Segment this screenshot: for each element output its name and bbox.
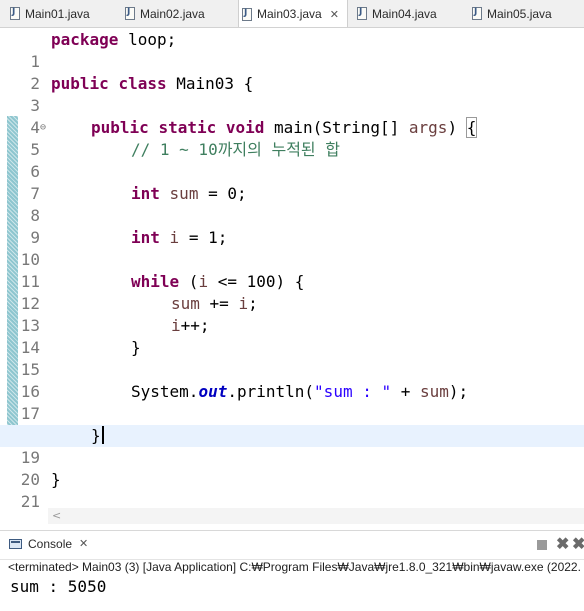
code-line[interactable]: 20 [0, 447, 584, 489]
variable: i [169, 228, 180, 247]
close-icon[interactable]: ✕ [79, 537, 88, 550]
string-literal: "sum : " [314, 382, 392, 401]
code-text: loop; [118, 30, 177, 49]
tab-main04[interactable]: Main04.java [357, 0, 437, 27]
java-file-icon [357, 7, 367, 20]
tab-main03[interactable]: Main03.java ✕ [238, 0, 348, 27]
code-text: .println( [227, 382, 315, 401]
code-text: ); [448, 382, 469, 401]
code-text: <= 100) { [208, 272, 305, 291]
code-text: System. [131, 382, 199, 401]
keyword: while [131, 272, 180, 291]
remove-launch-icon[interactable]: ✖ [556, 534, 569, 554]
variable: sum [420, 382, 449, 401]
tab-label: Main02.java [140, 6, 205, 21]
code-line[interactable]: 21 } [0, 469, 584, 508]
console-process-status: <terminated> Main03 (3) [Java Applicatio… [8, 560, 584, 574]
static-field: out [198, 382, 228, 401]
code-line[interactable]: 2 [0, 51, 584, 93]
tab-main02[interactable]: Main02.java [125, 0, 205, 27]
keyword: void [225, 118, 265, 137]
java-file-icon [10, 7, 20, 20]
editor-tab-bar: Main01.java Main02.java Main03.java ✕ Ma… [0, 0, 584, 28]
code-line[interactable]: 10 int i = 1; [0, 227, 584, 269]
keyword: int [131, 228, 160, 247]
code-line[interactable]: 22 [0, 491, 584, 508]
code-text: ++; [180, 316, 210, 335]
variable: sum [169, 184, 199, 203]
code-text: + [391, 382, 421, 401]
remove-all-icon[interactable]: ✖ [572, 534, 584, 554]
stop-icon[interactable] [537, 540, 547, 550]
code-line[interactable]: 9 [0, 205, 584, 247]
code-text: } [131, 338, 141, 357]
code-line[interactable]: 18 [0, 403, 584, 445]
tab-main01[interactable]: Main01.java [10, 0, 90, 27]
code-line[interactable]: 15 } [0, 337, 584, 379]
matching-brace: { [465, 117, 478, 138]
code-text: ( [179, 272, 199, 291]
text-caret [101, 426, 104, 444]
code-text: main(String[] [264, 118, 409, 137]
java-file-icon [472, 7, 482, 20]
code-line[interactable]: 8 int sum = 0; [0, 183, 584, 225]
keyword: class [118, 74, 167, 93]
code-line[interactable]: 7 [0, 161, 584, 203]
code-line[interactable]: 3 public class Main03 { [0, 73, 584, 115]
variable: i [238, 294, 249, 313]
code-editor[interactable]: 1 package loop; 2 3 public class Main03 … [0, 28, 584, 508]
code-line[interactable]: 13 sum += i; [0, 293, 584, 335]
fold-collapse-icon[interactable]: ⊖ [40, 117, 46, 139]
code-text: ; [248, 294, 258, 313]
code-line[interactable]: 14 i++; [0, 315, 584, 357]
code-line[interactable]: 6 // 1 ~ 10까지의 누적된 합 [0, 139, 584, 181]
variable: i [198, 272, 209, 291]
keyword: public [51, 74, 109, 93]
console-tab-label[interactable]: Console [28, 537, 72, 551]
parameter: args [408, 118, 448, 137]
tab-label: Main05.java [487, 6, 552, 21]
tab-label: Main04.java [372, 6, 437, 21]
java-file-icon [125, 7, 135, 20]
console-icon [9, 539, 22, 549]
tab-main05[interactable]: Main05.java [472, 0, 552, 27]
code-text: ) [447, 118, 467, 137]
code-text: Main03 { [166, 74, 254, 93]
code-line[interactable]: 17 System.out.println("sum : " + sum); [0, 381, 584, 423]
keyword: package [51, 30, 119, 49]
code-text: = 0; [198, 184, 247, 203]
current-code-line[interactable]: 19 } [0, 425, 584, 467]
tab-label: Main03.java [257, 7, 322, 21]
keyword: public [91, 118, 149, 137]
code-line[interactable]: 12 while (i <= 100) { [0, 271, 584, 313]
code-line[interactable]: 4 [0, 95, 584, 137]
comment: // 1 ~ 10까지의 누적된 합 [131, 140, 341, 159]
code-text: } [91, 426, 101, 445]
keyword: static [158, 118, 217, 137]
code-text: = 1; [179, 228, 228, 247]
java-file-icon [242, 7, 252, 21]
console-output[interactable]: sum : 5050 [10, 577, 106, 597]
scroll-left-icon[interactable]: < [52, 508, 61, 524]
close-icon[interactable]: ✕ [330, 8, 339, 21]
code-line[interactable]: 11 [0, 249, 584, 291]
variable: sum [171, 294, 200, 313]
code-line[interactable]: 16 [0, 359, 584, 401]
code-text: += [199, 294, 239, 313]
horizontal-scrollbar[interactable]: < [48, 508, 584, 524]
keyword: int [131, 184, 160, 203]
code-text: } [51, 470, 61, 489]
code-line[interactable]: 5 ⊖ public static void main(String[] arg… [0, 117, 584, 159]
tab-label: Main01.java [25, 6, 90, 21]
code-line[interactable]: 1 package loop; [0, 29, 584, 71]
variable: i [171, 316, 181, 335]
console-view-header: Console ✕ ✖ ✖ [0, 530, 584, 560]
